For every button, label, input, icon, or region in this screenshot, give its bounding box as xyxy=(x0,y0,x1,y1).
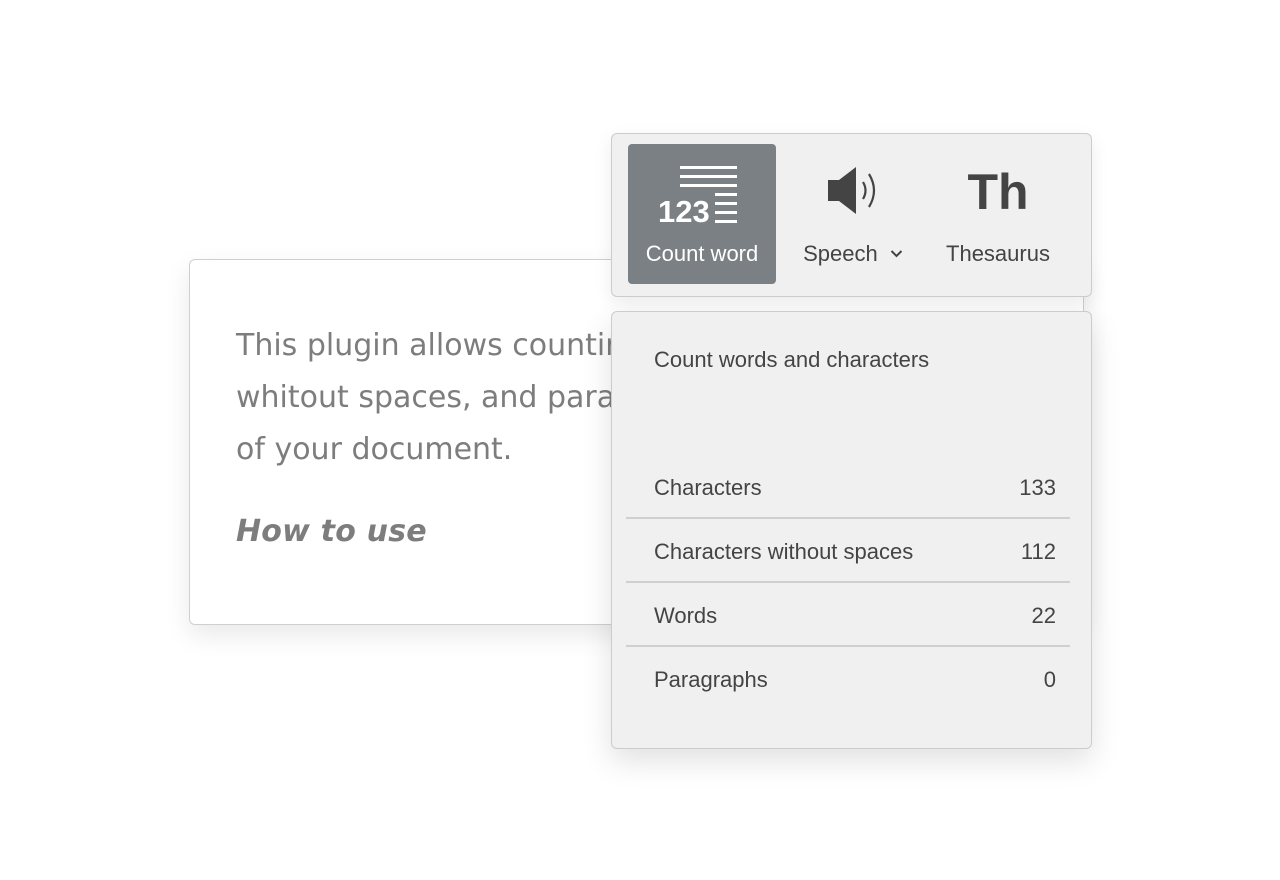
stat-value: 22 xyxy=(1031,603,1056,628)
stat-label: Characters without spaces xyxy=(654,539,914,564)
chevron-down-icon[interactable] xyxy=(890,249,903,258)
thesaurus-button[interactable]: Th Thesaurus xyxy=(928,144,1068,284)
stat-value: 133 xyxy=(1019,475,1056,500)
speech-label: Speech xyxy=(803,241,878,266)
plugin-toolbar: 123 Count word Speech Th Thesaurus xyxy=(611,133,1092,297)
word-count-panel: Count words and characters Characters 13… xyxy=(611,311,1092,749)
speaker-icon xyxy=(828,167,876,214)
stat-label: Characters xyxy=(654,475,762,500)
stats-list: Characters 133 Characters without spaces… xyxy=(626,455,1070,711)
stat-label: Paragraphs xyxy=(654,667,768,692)
count-word-label: Count word xyxy=(645,241,759,266)
count-word-button[interactable]: 123 Count word xyxy=(628,144,776,284)
stat-value: 0 xyxy=(1043,667,1056,692)
stat-label: Words xyxy=(654,603,718,628)
stat-row-words: Words 22 xyxy=(626,583,1070,647)
count-word-icon: 123 xyxy=(658,166,737,226)
stat-value: 112 xyxy=(1020,539,1056,564)
panel-title: Count words and characters xyxy=(654,347,930,372)
count-icon-digits: 123 xyxy=(658,194,710,226)
speech-label-wrap: Speech xyxy=(788,241,918,267)
document-heading: How to use xyxy=(236,514,427,549)
stat-row-characters-without-spaces: Characters without spaces 112 xyxy=(626,519,1070,583)
stat-row-paragraphs: Paragraphs 0 xyxy=(626,647,1070,711)
thesaurus-label: Thesaurus xyxy=(946,241,1050,266)
thesaurus-icon: Th xyxy=(967,164,1029,220)
stat-row-characters: Characters 133 xyxy=(626,455,1070,519)
speech-button[interactable]: Speech xyxy=(788,144,918,284)
